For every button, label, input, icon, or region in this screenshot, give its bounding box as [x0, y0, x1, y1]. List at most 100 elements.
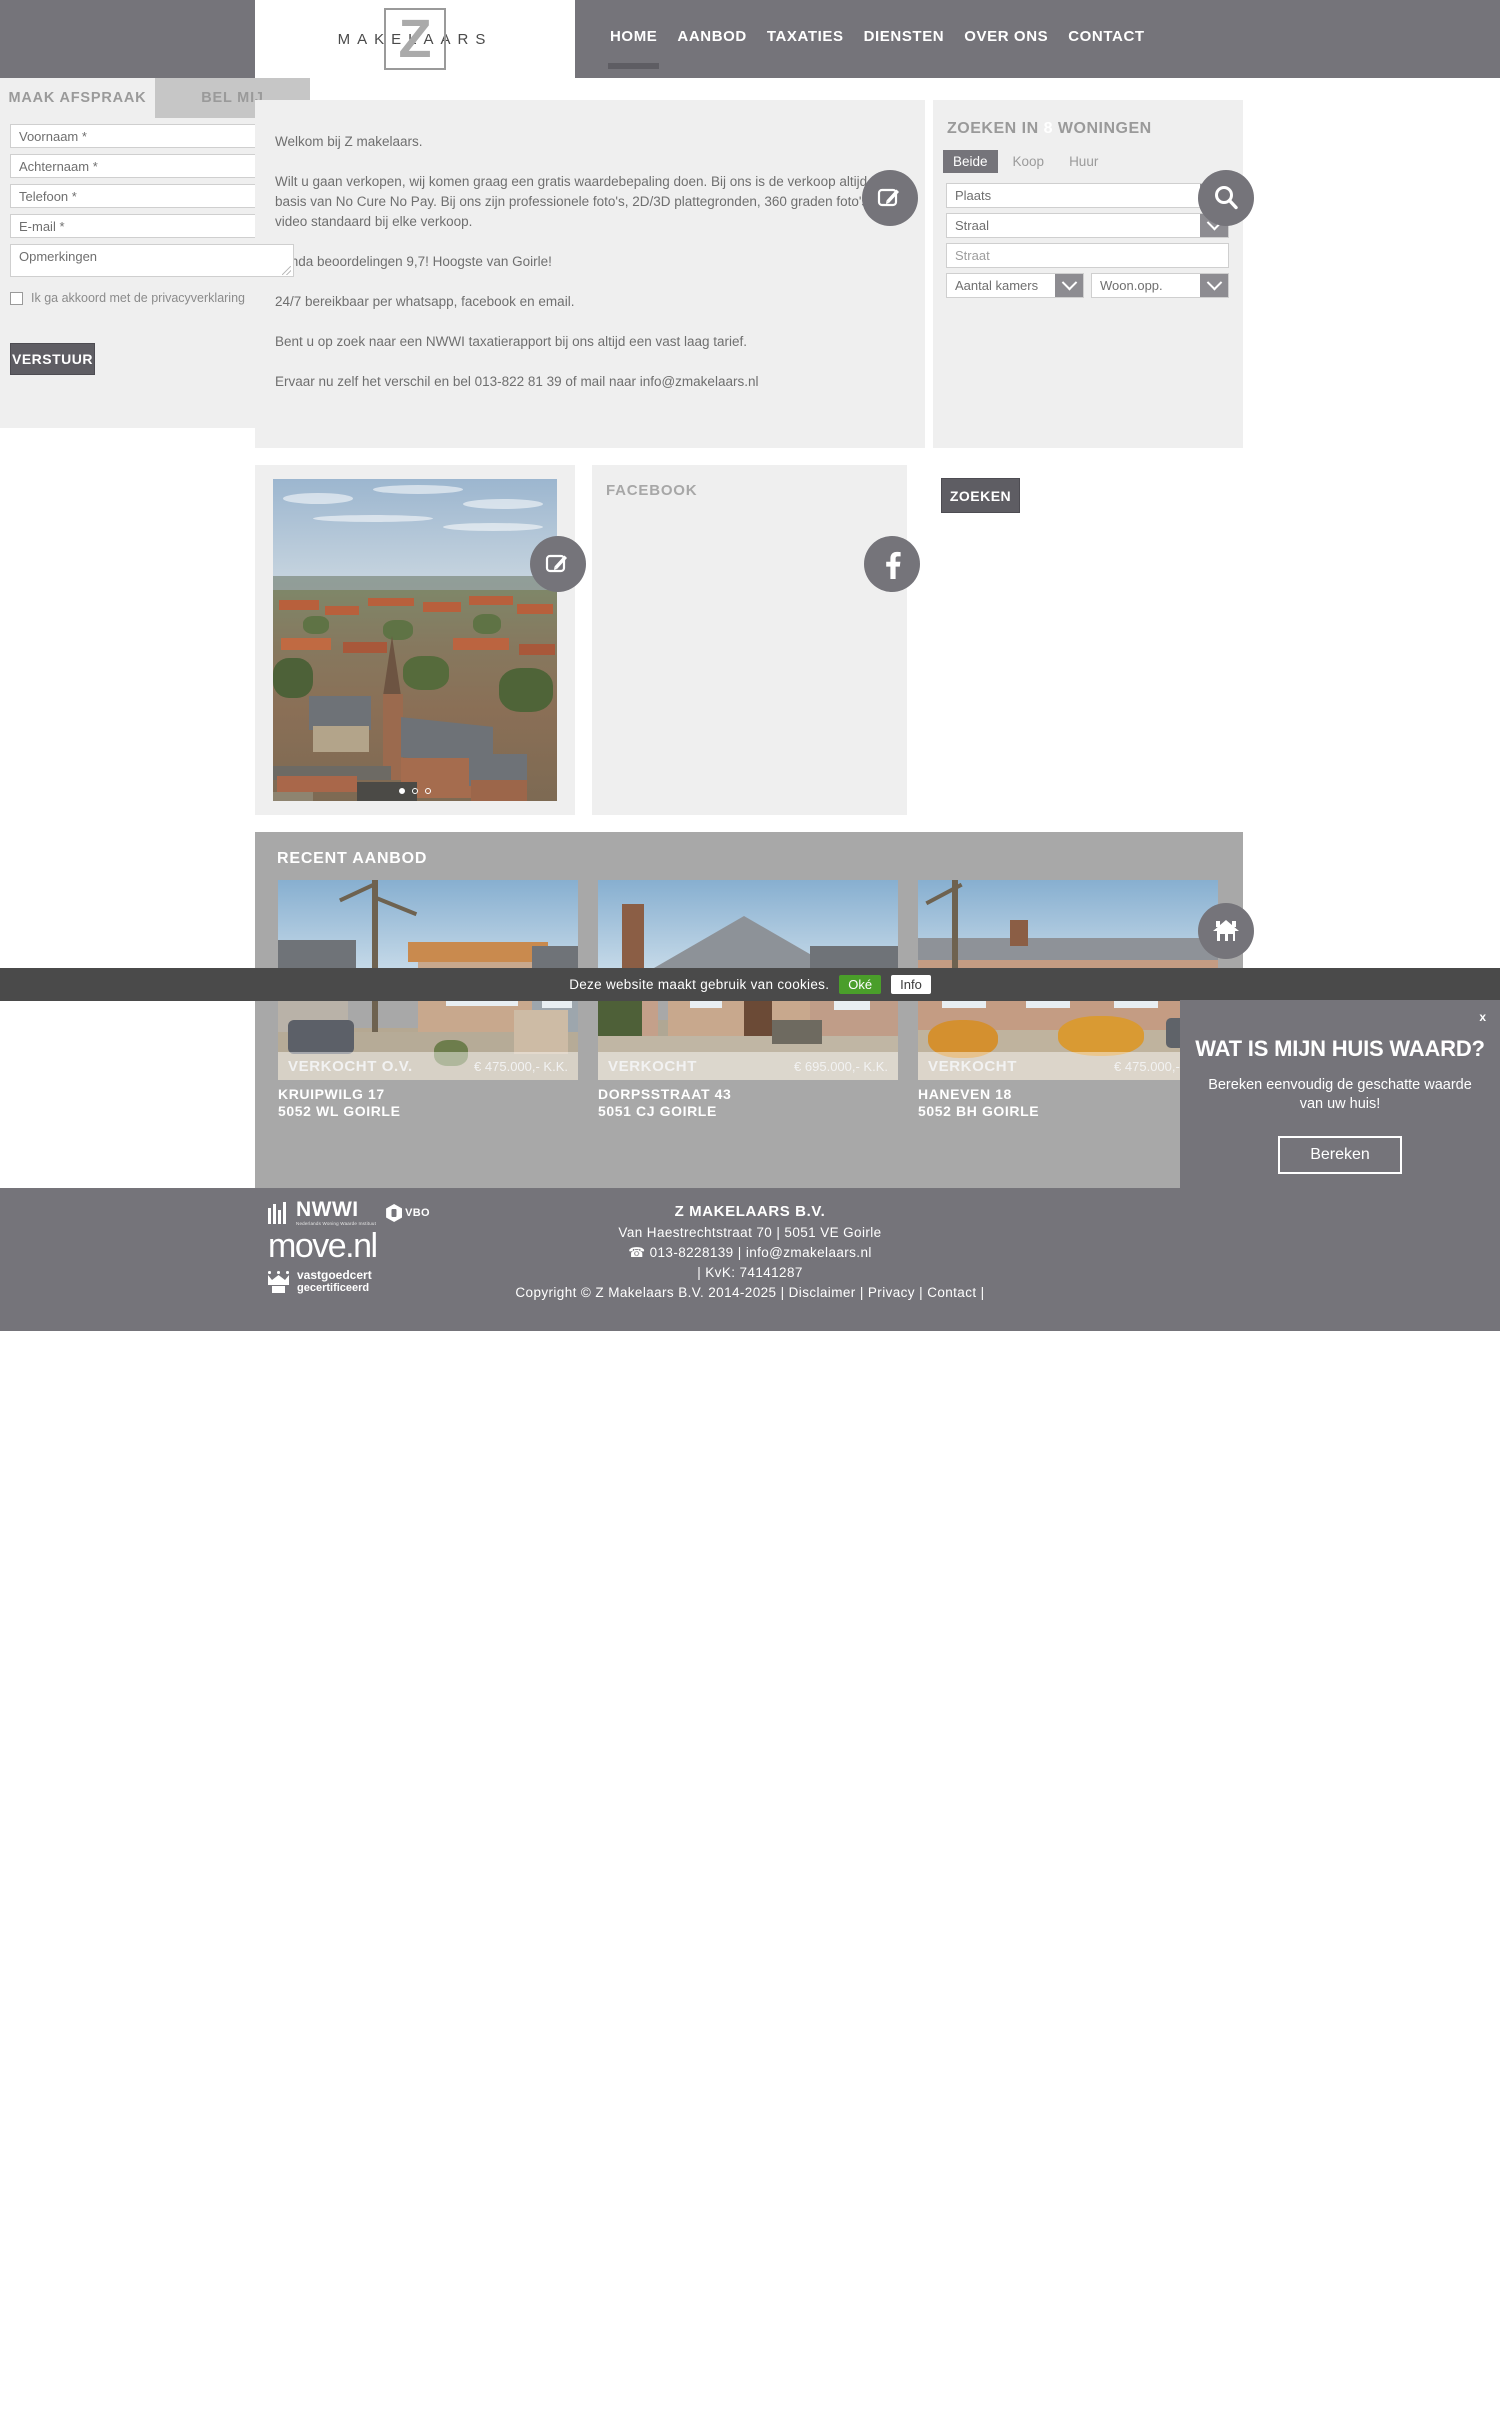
opmerkingen-textarea[interactable]: Opmerkingen: [10, 244, 294, 277]
telefoon-placeholder: Telefoon *: [19, 188, 77, 204]
carousel-dot[interactable]: [412, 788, 418, 794]
footer-company-name: Z MAKELAARS B.V.: [674, 1203, 826, 1220]
footer-separator: |: [919, 1285, 924, 1300]
footer-kvk: | KvK: 74141287: [697, 1265, 803, 1280]
house-icon-glyph: [1213, 920, 1239, 941]
carousel-dots[interactable]: [399, 788, 431, 794]
cookie-accept-button[interactable]: Oké: [839, 975, 882, 994]
nav-item-contact[interactable]: CONTACT: [1058, 0, 1154, 78]
cookie-message: Deze website maakt gebruik van cookies.: [569, 977, 830, 992]
house-icon[interactable]: [1198, 903, 1254, 959]
listing-status-bar: VERKOCHT O.V. € 475.000,- K.K.: [278, 1052, 578, 1080]
nav-item-aanbod[interactable]: AANBOD: [667, 0, 756, 78]
close-icon[interactable]: x: [1479, 1010, 1486, 1024]
nav-label: TAXATIES: [766, 28, 844, 45]
toggle-huur[interactable]: Huur: [1059, 150, 1108, 173]
field-row-kamers-opp: Aantal kamers Woon.opp.: [933, 268, 1243, 298]
privacy-checkbox[interactable]: [10, 291, 23, 305]
carousel-dot[interactable]: [399, 788, 405, 794]
edit-icon[interactable]: [530, 536, 586, 592]
search-title: ZOEKEN IN 8 WONINGEN: [933, 100, 1243, 138]
nav-active-indicator: [608, 63, 660, 69]
achternaam-placeholder: Achternaam *: [19, 158, 98, 174]
bereken-button[interactable]: Bereken: [1278, 1136, 1402, 1174]
tab-maak-afspraak[interactable]: MAAK AFSPRAAK: [0, 78, 155, 118]
listing-status: VERKOCHT: [608, 1057, 697, 1075]
cookie-info-button[interactable]: Info: [891, 975, 931, 994]
nav-item-diensten[interactable]: DIENSTEN: [854, 0, 955, 78]
verstuur-button[interactable]: VERSTUUR: [10, 343, 95, 375]
recent-aanbod-title: RECENT AANBOD: [277, 850, 428, 867]
telefoon-field[interactable]: Telefoon *: [10, 184, 294, 208]
footer-contact-line: ☎ 013-8228139 | info@zmakelaars.nl: [0, 1243, 1500, 1263]
house-value-popup: x WAT IS MIJN HUIS WAARD? Bereken eenvou…: [1180, 1000, 1500, 1188]
listing-city: 5052 BH GOIRLE: [918, 1103, 1040, 1119]
listing-price: € 475.000,- K.K.: [474, 1058, 568, 1074]
nav-item-taxaties[interactable]: TAXATIES: [757, 0, 854, 78]
welcome-paragraph: Bent u op zoek naar een NWWI taxatierapp…: [275, 334, 748, 349]
nav-item-home[interactable]: HOME: [600, 0, 667, 78]
aerial-photo[interactable]: [273, 479, 557, 801]
listing-address: HANEVEN 18 5052 BH GOIRLE: [918, 1080, 1218, 1120]
facebook-icon[interactable]: [864, 536, 920, 592]
toggle-koop[interactable]: Koop: [1003, 150, 1055, 173]
listing-address: DORPSSTRAAT 43 5051 CJ GOIRLE: [598, 1080, 898, 1120]
footer-company-info: Z MAKELAARS B.V. Van Haestrechtstraat 70…: [0, 1203, 1500, 1303]
privacy-label: Ik ga akkoord met de privacyverklaring: [31, 291, 245, 305]
aantal-kamers-select[interactable]: Aantal kamers: [946, 273, 1084, 298]
footer-copyright: Copyright © Z Makelaars B.V. 2014-2025 |: [515, 1285, 785, 1300]
nav-label: CONTACT: [1068, 28, 1145, 45]
footer-email[interactable]: info@zmakelaars.nl: [746, 1245, 872, 1260]
listing-address: KRUIPWILG 17 5052 WL GOIRLE: [278, 1080, 578, 1120]
field-row-straat: Straat: [933, 238, 1243, 268]
voornaam-field[interactable]: Voornaam *: [10, 124, 294, 148]
voornaam-placeholder: Voornaam *: [19, 128, 87, 144]
welcome-paragraph: Funda beoordelingen 9,7! Hoogste van Goi…: [275, 254, 552, 269]
search-icon-glyph: [1215, 186, 1238, 210]
welcome-paragraph: Ervaar nu zelf het verschil en bel 013-8…: [275, 374, 759, 389]
field-row-straal: Straal: [933, 208, 1243, 238]
nav-label: OVER ONS: [964, 28, 1049, 45]
straat-input[interactable]: Straat: [946, 243, 1229, 268]
facebook-icon-glyph: [886, 551, 901, 579]
facebook-panel: FACEBOOK: [592, 465, 907, 815]
footer-link-contact[interactable]: Contact: [927, 1285, 976, 1300]
zoeken-button[interactable]: ZOEKEN: [941, 478, 1020, 513]
email-field[interactable]: E-mail *: [10, 214, 294, 238]
nav-item-over-ons[interactable]: OVER ONS: [954, 0, 1058, 78]
facebook-icon-glyph: f: [1207, 2395, 1212, 2411]
field-row-plaats: Plaats: [933, 173, 1243, 208]
woonopp-value: Woon.opp.: [1100, 278, 1163, 293]
footer-separator: |: [859, 1285, 864, 1300]
search-title-post: WONINGEN: [1052, 120, 1152, 137]
listing-status-bar: VERKOCHT € 695.000,- K.K.: [598, 1052, 898, 1080]
resize-grip-icon[interactable]: [282, 266, 291, 275]
listing-street: HANEVEN 18: [918, 1086, 1012, 1102]
facebook-icon[interactable]: f: [1199, 2393, 1220, 2414]
edit-icon[interactable]: [862, 170, 918, 226]
photo-sky: [273, 479, 557, 589]
search-icon[interactable]: [1198, 170, 1254, 226]
chevron-down-icon: [1200, 274, 1228, 297]
photo-panel: [255, 465, 575, 815]
logo[interactable]: MAKELAARS Z: [255, 0, 575, 78]
toggle-beide[interactable]: Beide: [943, 150, 998, 173]
search-count: 8: [1043, 120, 1053, 137]
plaats-select[interactable]: Plaats: [946, 183, 1229, 208]
achternaam-field[interactable]: Achternaam *: [10, 154, 294, 178]
carousel-dot[interactable]: [425, 788, 431, 794]
straal-select[interactable]: Straal: [946, 213, 1229, 238]
listing-city: 5051 CJ GOIRLE: [598, 1103, 717, 1119]
listing-status: VERKOCHT: [928, 1057, 1017, 1075]
listing-price: € 695.000,- K.K.: [794, 1058, 888, 1074]
email-placeholder: E-mail *: [19, 218, 65, 234]
footer-link-disclaimer[interactable]: Disclaimer: [789, 1285, 856, 1300]
footer-link-privacy[interactable]: Privacy: [868, 1285, 915, 1300]
footer-phone[interactable]: 013-8228139: [650, 1245, 734, 1260]
main-navigation: HOME AANBOD TAXATIES DIENSTEN OVER ONS C…: [600, 0, 1155, 78]
woonopp-select[interactable]: Woon.opp.: [1091, 273, 1229, 298]
site-header: MAKELAARS Z HOME AANBOD TAXATIES DIENSTE…: [0, 0, 1500, 78]
phone-icon: ☎: [628, 1245, 646, 1260]
footer-separator: |: [980, 1285, 985, 1300]
listing-street: KRUIPWILG 17: [278, 1086, 385, 1102]
